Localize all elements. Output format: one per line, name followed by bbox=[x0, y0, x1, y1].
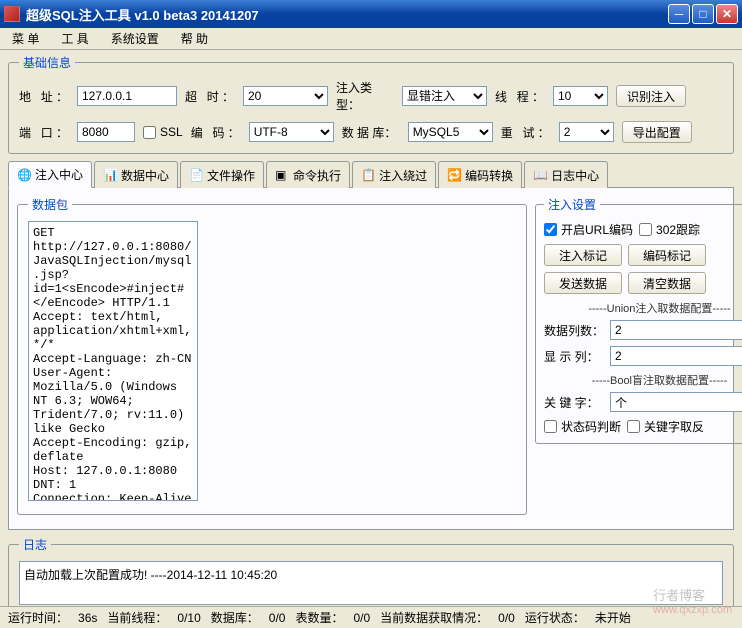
keyword-label: 关 键 字： bbox=[544, 394, 604, 411]
timeout-select[interactable]: 20 bbox=[243, 86, 328, 106]
tablecount-value: 0/0 bbox=[353, 611, 370, 625]
packet-textarea[interactable]: GET http://127.0.0.1:8080/JavaSQLInjecti… bbox=[28, 221, 198, 501]
minimize-button[interactable]: ─ bbox=[668, 4, 690, 24]
tab-strip: 🌐注入中心 📊数据中心 📄文件操作 ▣命令执行 📋注入绕过 🔁编码转换 📖日志中… bbox=[8, 160, 734, 188]
encode-label: 编 码： bbox=[191, 124, 241, 141]
menu-main[interactable]: 菜 单 bbox=[8, 28, 43, 49]
packet-group: 数据包 GET http://127.0.0.1:8080/JavaSQLInj… bbox=[17, 196, 527, 515]
encode-select[interactable]: UTF-8 bbox=[249, 122, 334, 142]
url-encode-checkbox[interactable]: 开启URL编码 bbox=[544, 221, 633, 238]
threads-select[interactable]: 10 bbox=[553, 86, 608, 106]
keyword-input[interactable] bbox=[610, 392, 742, 412]
cur-thread-label: 当前线程： bbox=[107, 609, 167, 626]
addr-label: 地 址： bbox=[19, 88, 69, 105]
show-col-input[interactable] bbox=[610, 346, 742, 366]
tab-cmd-exec[interactable]: ▣命令执行 bbox=[266, 161, 350, 188]
tab-data-center[interactable]: 📊数据中心 bbox=[94, 161, 178, 188]
state-value: 未开始 bbox=[595, 609, 631, 626]
track302-checkbox[interactable]: 302跟踪 bbox=[639, 221, 700, 238]
titlebar: 超级SQL注入工具 v1.0 beta3 20141207 ─ □ ✕ bbox=[0, 0, 742, 28]
dbcount-value: 0/0 bbox=[269, 611, 286, 625]
threads-label: 线 程： bbox=[495, 88, 545, 105]
basic-legend: 基础信息 bbox=[19, 54, 75, 71]
fetch-value: 0/0 bbox=[498, 611, 515, 625]
doc-icon: 📋 bbox=[361, 168, 375, 182]
identify-button[interactable]: 识别注入 bbox=[616, 85, 686, 107]
inject-settings-group: 注入设置 开启URL编码 302跟踪 注入标记 编码标记 发送数据 清空数据 -… bbox=[535, 196, 742, 444]
clear-data-button[interactable]: 清空数据 bbox=[628, 272, 706, 294]
terminal-icon: ▣ bbox=[275, 168, 289, 182]
basic-info-group: 基础信息 地 址： 超 时： 20 注入类型： 显错注入 线 程： 10 识别注… bbox=[8, 54, 734, 154]
close-button[interactable]: ✕ bbox=[716, 4, 738, 24]
file-icon: 📄 bbox=[189, 168, 203, 182]
port-label: 端 口： bbox=[19, 124, 69, 141]
db-select[interactable]: MySQL5 bbox=[408, 122, 493, 142]
timeout-label: 超 时： bbox=[185, 88, 235, 105]
app-icon bbox=[4, 6, 20, 22]
retry-select[interactable]: 2 bbox=[559, 122, 614, 142]
send-data-button[interactable]: 发送数据 bbox=[544, 272, 622, 294]
db-label: 数 据 库： bbox=[342, 124, 400, 141]
port-input[interactable] bbox=[77, 122, 135, 142]
packet-legend: 数据包 bbox=[28, 196, 72, 213]
log-legend: 日志 bbox=[19, 536, 51, 553]
fetch-label: 当前数据获取情况： bbox=[380, 609, 488, 626]
tab-inject-center[interactable]: 🌐注入中心 bbox=[8, 161, 92, 188]
export-config-button[interactable]: 导出配置 bbox=[622, 121, 692, 143]
encode-mark-button[interactable]: 编码标记 bbox=[628, 244, 706, 266]
inject-type-select[interactable]: 显错注入 bbox=[402, 86, 487, 106]
convert-icon: 🔁 bbox=[447, 168, 461, 182]
tab-bypass[interactable]: 📋注入绕过 bbox=[352, 161, 436, 188]
book-icon: 📖 bbox=[533, 168, 547, 182]
statusbar: 运行时间： 36s 当前线程： 0/10 数据库： 0/0 表数量： 0/0 当… bbox=[0, 606, 742, 628]
tab-body: 数据包 GET http://127.0.0.1:8080/JavaSQLInj… bbox=[8, 188, 734, 530]
settings-legend: 注入设置 bbox=[544, 196, 600, 213]
menu-settings[interactable]: 系统设置 bbox=[107, 28, 163, 49]
maximize-button[interactable]: □ bbox=[692, 4, 714, 24]
keyword-neg-checkbox[interactable]: 关键字取反 bbox=[627, 418, 704, 435]
retry-label: 重 试： bbox=[501, 124, 551, 141]
window-title: 超级SQL注入工具 v1.0 beta3 20141207 bbox=[26, 5, 668, 24]
union-header: -----Union注入取数据配置----- bbox=[544, 300, 742, 316]
state-label: 运行状态： bbox=[525, 609, 585, 626]
tablecount-label: 表数量： bbox=[295, 609, 343, 626]
inject-mark-button[interactable]: 注入标记 bbox=[544, 244, 622, 266]
col-count-input[interactable] bbox=[610, 320, 742, 340]
cur-thread-value: 0/10 bbox=[177, 611, 200, 625]
globe-icon: 🌐 bbox=[17, 168, 31, 182]
tab-file-ops[interactable]: 📄文件操作 bbox=[180, 161, 264, 188]
log-group: 日志 自动加载上次配置成功! ----2014-12-11 10:45:20 bbox=[8, 536, 734, 616]
addr-input[interactable] bbox=[77, 86, 177, 106]
runtime-label: 运行时间： bbox=[8, 609, 68, 626]
table-icon: 📊 bbox=[103, 168, 117, 182]
runtime-value: 36s bbox=[78, 611, 97, 625]
menu-tools[interactable]: 工 具 bbox=[57, 28, 92, 49]
status-check-checkbox[interactable]: 状态码判断 bbox=[544, 418, 621, 435]
col-count-label: 数据列数： bbox=[544, 322, 604, 339]
ssl-checkbox[interactable]: SSL bbox=[143, 125, 183, 139]
tab-encode[interactable]: 🔁编码转换 bbox=[438, 161, 522, 188]
show-col-label: 显 示 列： bbox=[544, 348, 604, 365]
bool-header: -----Bool盲注取数据配置----- bbox=[544, 372, 742, 388]
menu-help[interactable]: 帮 助 bbox=[177, 28, 212, 49]
dbcount-label: 数据库： bbox=[211, 609, 259, 626]
inject-type-label: 注入类型： bbox=[336, 79, 394, 113]
tab-log-center[interactable]: 📖日志中心 bbox=[524, 161, 608, 188]
log-textarea[interactable]: 自动加载上次配置成功! ----2014-12-11 10:45:20 bbox=[19, 561, 723, 605]
menubar: 菜 单 工 具 系统设置 帮 助 bbox=[0, 28, 742, 50]
